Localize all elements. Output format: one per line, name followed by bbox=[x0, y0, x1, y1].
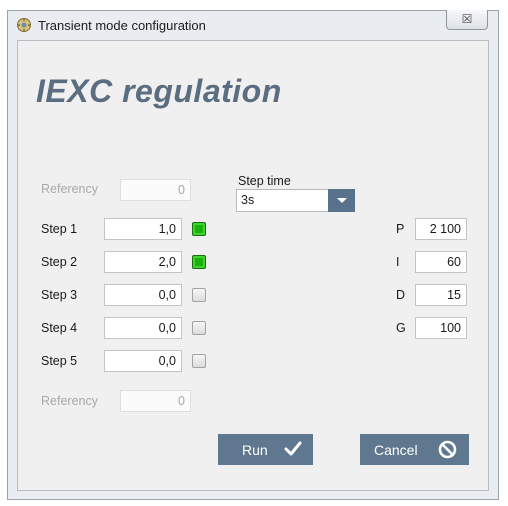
run-button-label: Run bbox=[242, 442, 268, 458]
referency-field-top: 0 bbox=[120, 179, 191, 201]
step-5-label: Step 5 bbox=[41, 354, 78, 368]
step-4-input[interactable]: 0,0 bbox=[104, 317, 182, 339]
step-5-input[interactable]: 0,0 bbox=[104, 350, 182, 372]
referency-field-bottom: 0 bbox=[120, 390, 191, 412]
step-3-input[interactable]: 0,0 bbox=[104, 284, 182, 306]
step-3-checkbox[interactable] bbox=[192, 288, 206, 302]
step-time-value: 3s bbox=[241, 193, 255, 207]
app-icon bbox=[17, 18, 31, 32]
param-d-input[interactable]: 15 bbox=[415, 284, 467, 306]
param-p-label: P bbox=[396, 222, 405, 236]
param-g-label: G bbox=[396, 321, 406, 335]
param-d-label: D bbox=[396, 288, 406, 302]
checkmark-icon bbox=[284, 441, 302, 456]
step-4-checkbox[interactable] bbox=[192, 321, 206, 335]
window-title: Transient mode configuration bbox=[38, 18, 206, 33]
referency-label-bottom: Referency bbox=[41, 394, 98, 408]
step-3-label: Step 3 bbox=[41, 288, 78, 302]
step-time-label: Step time bbox=[238, 174, 291, 188]
step-2-input[interactable]: 2,0 bbox=[104, 251, 182, 273]
run-button[interactable]: Run bbox=[218, 434, 313, 465]
chevron-down-icon[interactable] bbox=[328, 189, 355, 212]
page-title: IEXC regulation bbox=[36, 73, 282, 109]
param-g-input[interactable]: 100 bbox=[415, 317, 467, 339]
step-time-select[interactable]: 3s bbox=[236, 189, 355, 212]
step-5-checkbox[interactable] bbox=[192, 354, 206, 368]
param-p-input[interactable]: 2 100 bbox=[415, 218, 467, 240]
param-i-input[interactable]: 60 bbox=[415, 251, 467, 273]
step-1-input[interactable]: 1,0 bbox=[104, 218, 182, 240]
step-2-label: Step 2 bbox=[41, 255, 78, 269]
close-icon: ☒ bbox=[461, 12, 473, 26]
dialog-window: Transient mode configuration ☒ IEXC regu… bbox=[7, 10, 499, 500]
step-1-checkbox[interactable] bbox=[192, 222, 206, 236]
no-entry-icon bbox=[438, 440, 457, 459]
referency-label-top: Referency bbox=[41, 182, 98, 196]
cancel-button-label: Cancel bbox=[374, 442, 418, 458]
close-button[interactable]: ☒ bbox=[446, 10, 488, 30]
step-4-label: Step 4 bbox=[41, 321, 78, 335]
param-i-label: I bbox=[396, 255, 400, 269]
title-bar[interactable]: Transient mode configuration ☒ bbox=[8, 10, 498, 39]
step-2-checkbox[interactable] bbox=[192, 255, 206, 269]
step-1-label: Step 1 bbox=[41, 222, 78, 236]
dialog-content: IEXC regulation Referency 0 Step time 3s… bbox=[17, 40, 489, 491]
cancel-button[interactable]: Cancel bbox=[360, 434, 469, 465]
